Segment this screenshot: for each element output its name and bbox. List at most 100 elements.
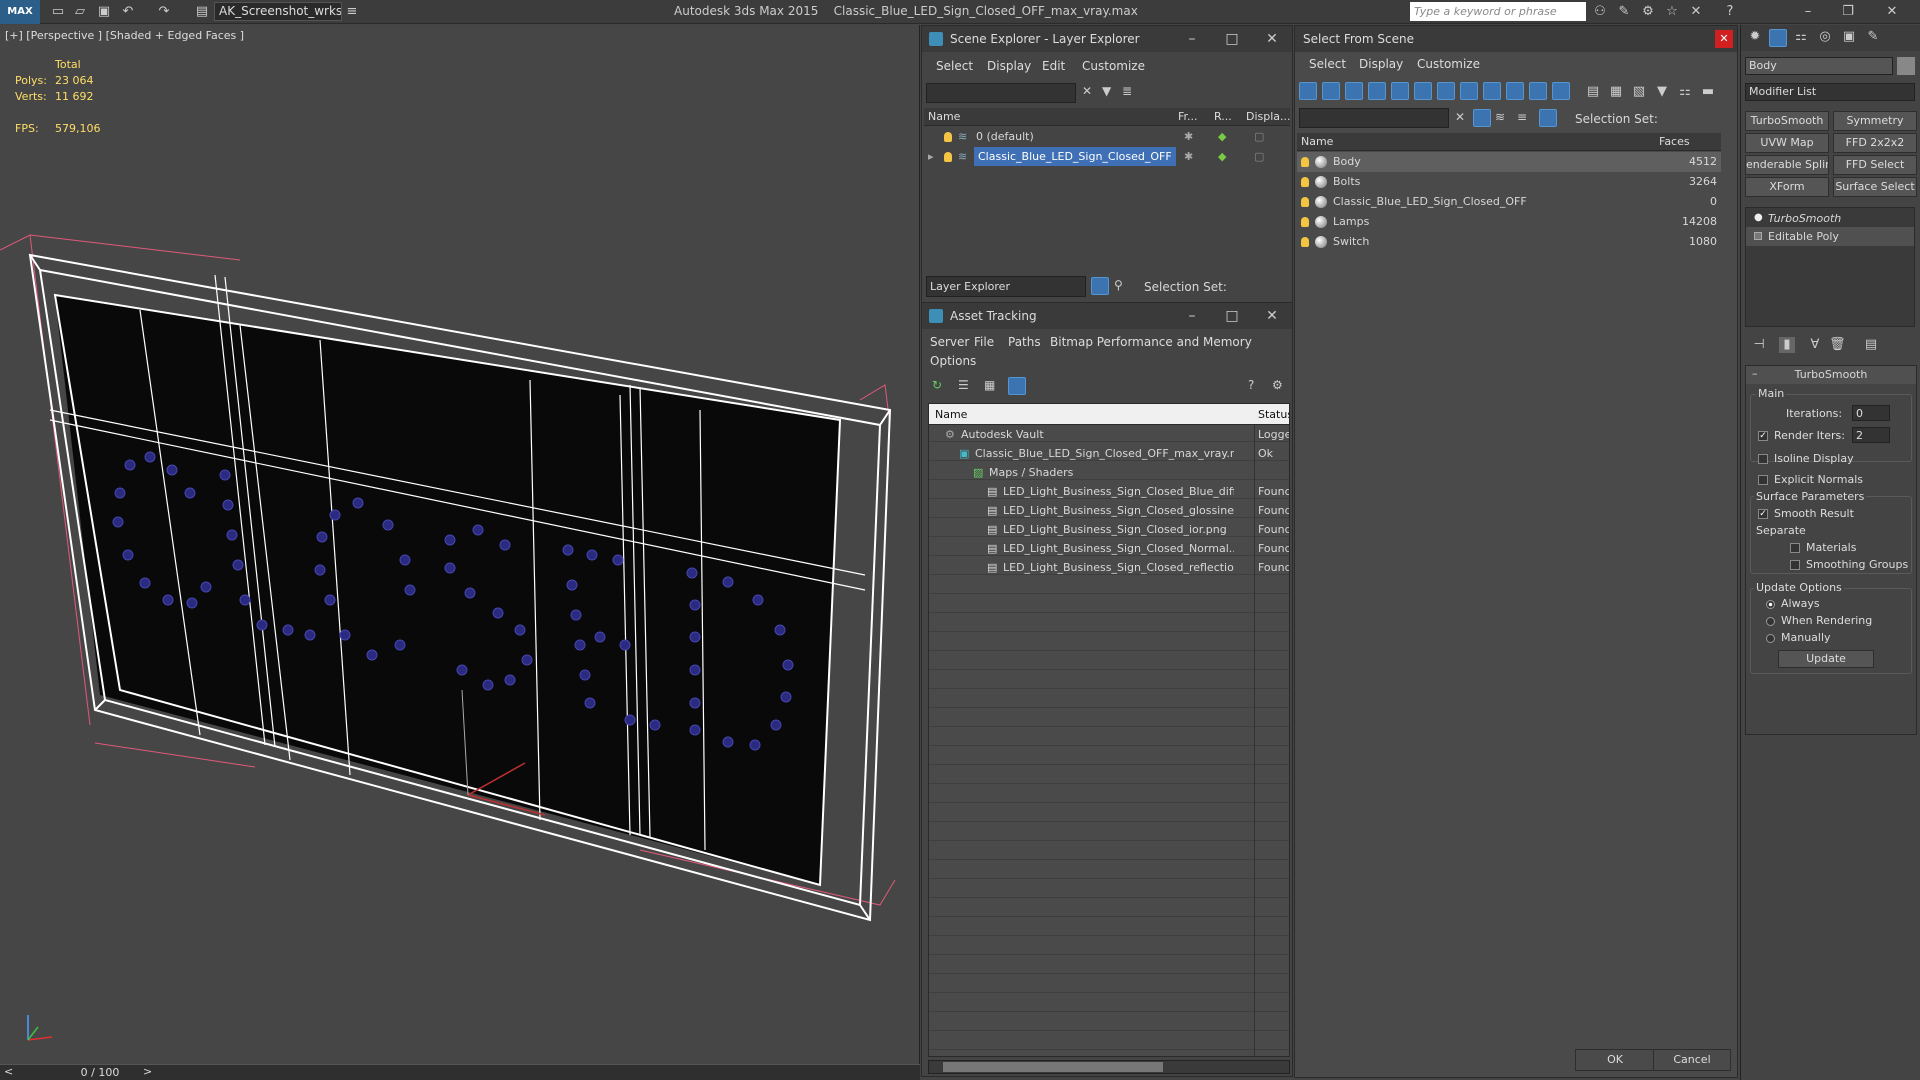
minimize-icon[interactable]: – [1172,303,1212,329]
modifier-button[interactable]: Symmetry [1833,111,1917,131]
settings-icon[interactable]: ⚙ [1272,378,1283,392]
filter-icon[interactable]: ▼ [1102,84,1111,98]
search-input[interactable]: Type a keyword or phrase [1410,2,1586,21]
object-row[interactable]: Body 4512 [1297,152,1721,172]
workspace-dropdown[interactable]: AK_Screenshot_wrksp [214,2,342,21]
when-rendering-radio[interactable] [1766,616,1775,626]
menu-display[interactable]: Display [987,59,1031,73]
filter-options-icon[interactable]: ▼ [1654,84,1670,100]
modifier-button[interactable]: XForm [1745,177,1829,197]
menu-paths[interactable]: Paths [1008,335,1041,349]
layer-row[interactable]: ▸ ≋ Classic_Blue_LED_Sign_Closed_OFF ✱ ◆… [922,147,1292,166]
display-bones-icon[interactable] [1483,82,1501,100]
select-search-field[interactable] [1299,108,1449,128]
display-tab-icon[interactable]: ▣ [1841,29,1857,45]
when-rendering-row[interactable]: When Rendering [1766,614,1872,627]
rollout-title[interactable]: TurboSmooth [1746,366,1916,384]
manually-row[interactable]: Manually [1766,631,1831,644]
redo-icon[interactable]: ↷ [156,4,172,20]
display-icon[interactable]: ▢ [1254,147,1264,166]
bulb-icon[interactable] [1301,192,1309,211]
layers-icon[interactable]: ≣ [1122,84,1132,98]
scene-search-field[interactable] [926,83,1076,103]
modifier-button[interactable]: UVW Map [1745,133,1829,153]
cancel-button[interactable]: Cancel [1653,1049,1731,1071]
menu-select[interactable]: Select [936,59,973,73]
layer-name[interactable]: Classic_Blue_LED_Sign_Closed_OFF [974,147,1176,166]
display-groups-icon[interactable] [1437,82,1455,100]
close-icon[interactable]: ✕ [1252,26,1292,52]
workspace-menu-icon[interactable]: ≡ [344,4,360,20]
expand-icon[interactable] [1754,232,1762,240]
menu-display[interactable]: Display [1359,57,1403,71]
bulb-icon[interactable] [944,147,952,166]
object-row[interactable]: Classic_Blue_LED_Sign_Closed_OFF 0 [1297,192,1721,212]
modifier-button[interactable]: enderable Splir [1745,155,1829,175]
invert-selection-icon[interactable]: ▧ [1631,84,1647,100]
menu-customize[interactable]: Customize [1417,57,1480,71]
ok-button[interactable]: OK [1575,1049,1655,1071]
materials-row[interactable]: Materials [1790,541,1856,554]
menu-customize[interactable]: Customize [1082,59,1145,73]
configure-modifier-sets-icon[interactable]: ▤ [1863,337,1879,353]
refresh-icon[interactable]: ↻ [932,378,942,392]
col-display[interactable]: Displa... [1246,108,1291,126]
modifier-button[interactable]: FFD Select [1833,155,1917,175]
col-render[interactable]: R... [1214,108,1232,126]
freeze-icon[interactable]: ✱ [1184,127,1193,146]
hierarchy-icon[interactable]: ⚲ [1114,278,1123,292]
app-logo[interactable]: MAX [0,0,40,24]
object-row[interactable]: Lamps 14208 [1297,212,1721,232]
make-unique-icon[interactable]: ∀ [1807,337,1823,353]
smooth-result-row[interactable]: ✓ Smooth Result [1758,507,1854,520]
always-radio[interactable] [1766,599,1775,609]
object-row[interactable]: Bolts 3264 [1297,172,1721,192]
asset-row[interactable]: ▤ LED_Light_Business_Sign_Closed_reflecti… [929,558,1289,577]
col-name[interactable]: Name [1301,133,1333,151]
tools-icon[interactable]: ✎ [1616,4,1632,20]
display-spacewarps-icon[interactable] [1414,82,1432,100]
undo-icon[interactable]: ↶ [120,4,136,20]
isoline-row[interactable]: Isoline Display [1758,452,1854,465]
modifier-button[interactable]: Surface Select [1833,177,1917,197]
render-iters-checkbox[interactable]: ✓ [1758,431,1768,441]
modify-tab-icon[interactable] [1769,29,1787,47]
close-icon[interactable]: ✕ [1884,4,1900,20]
display-frozen-icon[interactable] [1529,82,1547,100]
prev-frame-button[interactable]: < [4,1065,13,1078]
thumbnail-icon[interactable]: ▦ [984,378,995,392]
always-row[interactable]: Always [1766,597,1820,610]
col-status[interactable]: Status [1258,404,1289,425]
smoothing-groups-checkbox[interactable] [1790,560,1800,570]
select-all-icon[interactable]: ▤ [1585,84,1601,100]
scrollbar-thumb[interactable] [943,1062,1163,1072]
modifier-button[interactable]: FFD 2x2x2 [1833,133,1917,153]
object-name-field[interactable]: Body [1745,57,1893,75]
binoculars-icon[interactable]: ⚇ [1592,4,1608,20]
display-hidden-icon[interactable] [1552,82,1570,100]
asset-row[interactable]: ▤ LED_Light_Business_Sign_Closed_ior.png F… [929,520,1289,539]
col-freeze[interactable]: Fr... [1178,108,1198,126]
display-icon[interactable]: ▢ [1254,127,1264,146]
menu-edit[interactable]: Edit [1042,59,1065,73]
asset-row[interactable]: ▤ LED_Light_Business_Sign_Closed_glossine… [929,501,1289,520]
minimize-icon[interactable]: – [1172,26,1212,52]
perspective-viewport[interactable]: [+] [Perspective ] [Shaded + Edged Faces… [0,25,920,1064]
layer-explorer-icon[interactable] [1091,277,1109,295]
utilities-tab-icon[interactable]: ✎ [1865,29,1881,45]
help-icon[interactable]: ? [1248,378,1254,392]
bulb-icon[interactable] [1301,152,1309,171]
hierarchy-tab-icon[interactable]: ⚏ [1793,29,1809,45]
object-row[interactable]: Switch 1080 [1297,232,1721,252]
materials-checkbox[interactable] [1790,543,1800,553]
display-containers-icon[interactable] [1506,82,1524,100]
subscription-icon[interactable]: ⚙ [1640,4,1656,20]
smoothing-groups-row[interactable]: Smoothing Groups [1790,558,1908,571]
menu-server[interactable]: Server [930,335,969,349]
motion-tab-icon[interactable]: ◎ [1817,29,1833,45]
bulb-icon[interactable] [1301,172,1309,191]
time-slider[interactable]: < 0 / 100 > [0,1064,920,1080]
save-icon[interactable]: ▣ [96,4,112,20]
render-icon[interactable]: ◆ [1218,127,1226,146]
help-icon[interactable]: ? [1722,4,1738,20]
